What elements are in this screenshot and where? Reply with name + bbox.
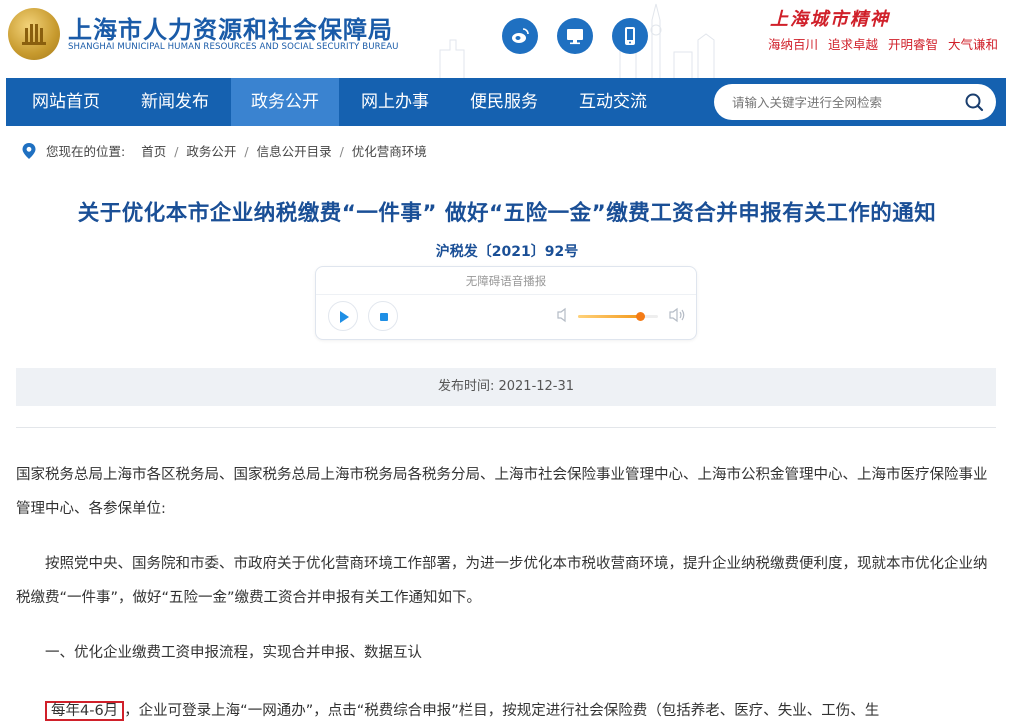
- nav-item-government-affairs[interactable]: 政务公开: [231, 78, 339, 126]
- breadcrumb-separator: /: [339, 144, 344, 159]
- article-title: 关于优化本市企业纳税缴费“一件事” 做好“五险一金”缴费工资合并申报有关工作的通…: [77, 201, 937, 226]
- publish-label: 发布时间:: [437, 379, 495, 394]
- document-number: 沪税发〔2021〕92号: [435, 244, 579, 260]
- volume-handle[interactable]: [636, 312, 646, 321]
- spirit-word: 海纳百川: [768, 37, 819, 52]
- nav-item-convenience[interactable]: 便民服务: [453, 78, 555, 126]
- site-header: 上海市人力资源和社会保障局 SHANGHAI MUNICIPAL HUMAN R…: [0, 0, 1014, 78]
- spirit-word: 开明睿智: [888, 37, 939, 52]
- nav-item-interaction[interactable]: 互动交流: [562, 78, 664, 126]
- search-icon[interactable]: [964, 92, 984, 112]
- city-spirit-words: 海纳百川 追求卓越 开明睿智 大气谦和: [768, 34, 1004, 53]
- publish-info-bar: 发布时间: 2021-12-31: [16, 368, 996, 406]
- stop-button[interactable]: [368, 301, 398, 331]
- breadcrumb-separator: /: [244, 144, 249, 159]
- site-subtitle: SHANGHAI MUNICIPAL HUMAN RESOURCES AND S…: [68, 42, 399, 52]
- breadcrumb-government-affairs[interactable]: 政务公开: [186, 141, 236, 160]
- publish-date: 2021-12-31: [498, 379, 575, 394]
- volume-down-icon[interactable]: [556, 307, 570, 323]
- spirit-word: 追求卓越: [828, 37, 879, 52]
- paragraph-text: ，企业可登录上海“一网通办”，点击“税费综合申报”栏目，按规定进行社会保险费（包…: [124, 703, 880, 719]
- article-section-heading: 一、优化企业缴费工资申报流程，实现合并申报、数据互认: [45, 645, 422, 661]
- city-spirit-title: 上海城市精神: [770, 9, 890, 30]
- breadcrumb: 您现在的位置: 首页 / 政务公开 / 信息公开目录 / 优化营商环境: [22, 141, 427, 160]
- breadcrumb-info-catalog[interactable]: 信息公开目录: [257, 141, 332, 160]
- volume-up-icon[interactable]: [668, 307, 686, 323]
- volume-slider[interactable]: [578, 312, 658, 321]
- nav-item-online-services[interactable]: 网上办事: [344, 78, 446, 126]
- weibo-icon: [512, 28, 529, 43]
- breadcrumb-separator: /: [174, 144, 179, 159]
- mobile-button[interactable]: [612, 18, 648, 54]
- emblem-logo[interactable]: [8, 8, 60, 60]
- content-divider: [16, 427, 996, 428]
- highlighted-period: 每年4-6月: [45, 701, 125, 721]
- desktop-button[interactable]: [557, 18, 593, 54]
- weibo-button[interactable]: [502, 18, 538, 54]
- spirit-word: 大气谦和: [948, 37, 999, 52]
- breadcrumb-business-environment[interactable]: 优化营商环境: [352, 141, 427, 160]
- audio-player: 无障碍语音播报: [315, 266, 697, 340]
- search-box: [714, 84, 996, 120]
- mobile-icon: [625, 27, 635, 45]
- article-paragraph-procedure: 每年4-6月 ，企业可登录上海“一网通办”，点击“税费综合申报”栏目，按规定进行社…: [16, 694, 998, 727]
- article-paragraph-intro: 按照党中央、国务院和市委、市政府关于优化营商环境工作部署，为进一步优化本市税收营…: [16, 556, 988, 606]
- article-paragraph-recipients: 国家税务总局上海市各区税务局、国家税务总局上海市税务局各税务分局、上海市社会保险…: [16, 467, 988, 517]
- breadcrumb-home[interactable]: 首页: [141, 141, 166, 160]
- play-icon: [340, 311, 349, 323]
- location-pin-icon: [22, 143, 36, 159]
- play-button[interactable]: [328, 301, 358, 331]
- desktop-icon: [567, 29, 583, 45]
- volume-fill: [578, 315, 641, 318]
- stop-icon: [380, 313, 388, 321]
- nav-item-home[interactable]: 网站首页: [16, 78, 116, 126]
- breadcrumb-label: 您现在的位置:: [45, 144, 126, 159]
- site-title[interactable]: 上海市人力资源和社会保障局: [68, 10, 393, 45]
- search-input[interactable]: [732, 84, 952, 120]
- audio-player-label: 无障碍语音播报: [316, 267, 696, 295]
- nav-item-news[interactable]: 新闻发布: [124, 78, 226, 126]
- main-nav: 网站首页 新闻发布 政务公开 网上办事 便民服务 互动交流: [6, 78, 1006, 126]
